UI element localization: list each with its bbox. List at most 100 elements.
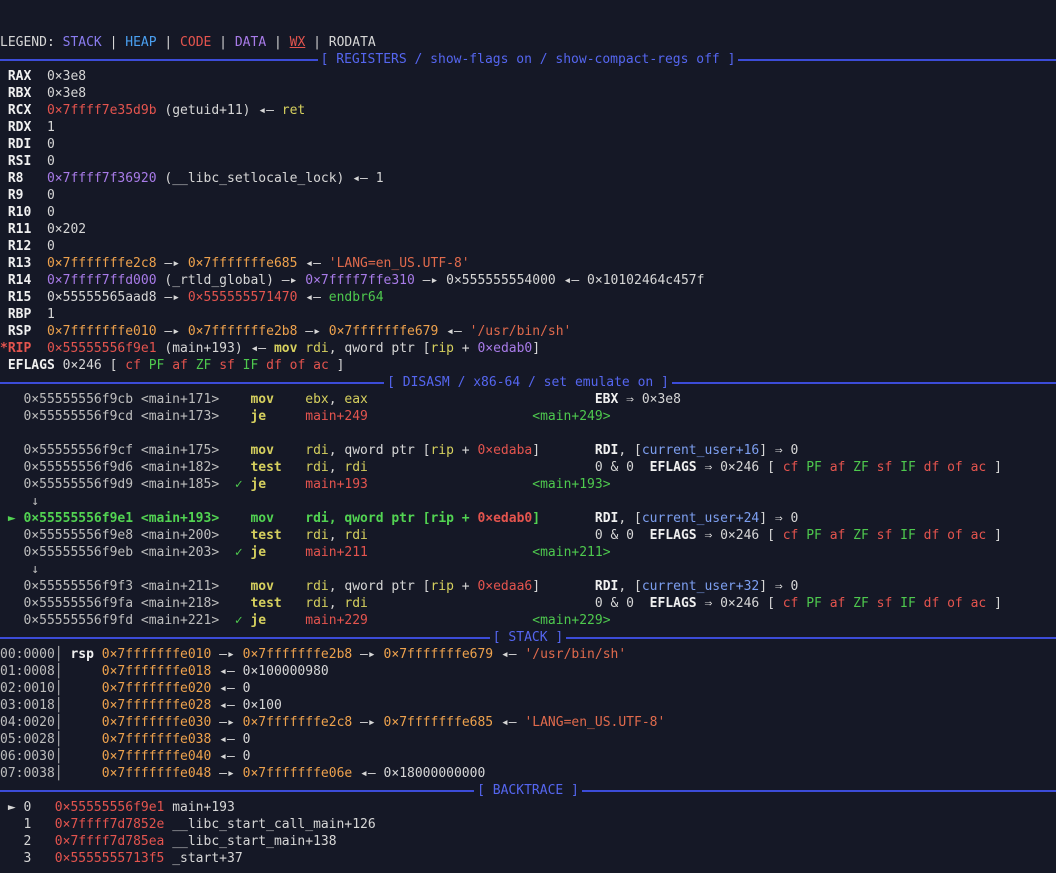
registers-segment: RAX [0, 69, 47, 84]
registers-header-title: [ REGISTERS / show-flags on / show-compa… [318, 51, 739, 68]
disasm-segment: ac [971, 460, 987, 475]
disasm-segment [274, 392, 305, 407]
legend-segment: STACK [63, 35, 102, 50]
stack-segment: ◂— 0×18000000000 [352, 766, 485, 781]
disasm-segment: , [ [618, 579, 641, 594]
disasm-segment [939, 596, 947, 611]
registers-segment: ] [329, 358, 345, 373]
disasm-segment: 0×edaa6 [477, 579, 532, 594]
disasm-segment: df [924, 460, 940, 475]
stack-segment [63, 715, 102, 730]
disasm-segment: 0×55555556f9f3 <main+211> [0, 579, 250, 594]
registers-segment: 0×3e8 [47, 69, 86, 84]
disasm-segment: je [250, 613, 266, 628]
disasm-segment [368, 528, 595, 543]
disasm-segment: sf [877, 528, 893, 543]
stack-segment: 07:0038 [0, 766, 55, 781]
disasm-segment [963, 596, 971, 611]
registers-segment [258, 358, 266, 373]
disasm-segment: PF [806, 460, 822, 475]
disasm-segment: <main+229> [532, 613, 610, 628]
registers-segment: 0 [47, 154, 55, 169]
disasm-segment: , [329, 596, 345, 611]
disasm-segment: 0×55555556f9d9 <main+185> [0, 477, 235, 492]
registers-segment: R10 [0, 205, 47, 220]
registers-segment [282, 358, 290, 373]
disasm-segment: main+211 [305, 545, 368, 560]
disasm-segment: ZF [853, 460, 869, 475]
registers-line-0: RAX 0×3e8 [0, 68, 1056, 85]
legend-segment: DATA [235, 35, 266, 50]
registers-segment: + [454, 341, 477, 356]
stack-segment: │ [55, 681, 63, 696]
stack-segment: —▸ [211, 715, 242, 730]
stack-segment: ◂— 0 [211, 681, 250, 696]
registers-segment: R11 [0, 222, 47, 237]
disasm-segment: rdi [344, 528, 367, 543]
legend-segment: | [102, 35, 125, 50]
registers-segment: 'LANG=en_US.UTF-8' [329, 256, 470, 271]
disasm-segment: sf [877, 596, 893, 611]
disasm-segment: ⇒ 0×246 [ [697, 528, 783, 543]
stack-segment: │ [55, 766, 63, 781]
stack-segment: 0×7fffffffe679 [384, 647, 494, 662]
registers-line-4: RDI 0 [0, 136, 1056, 153]
registers-segment: ◂— [297, 290, 328, 305]
disasm-segment: df [924, 596, 940, 611]
stack-segment: '/usr/bin/sh' [524, 647, 626, 662]
backtrace-segment: main+193 [164, 800, 234, 815]
disasm-segment: af [830, 528, 846, 543]
disasm-segment: rdi [344, 596, 367, 611]
disasm-segment: EFLAGS [650, 596, 697, 611]
registers-segment: 0×7fffffffe685 [188, 256, 298, 271]
disasm-segment [845, 460, 853, 475]
disasm-segment [540, 511, 595, 526]
disasm-segment: ⇒ 0×246 [ [697, 460, 783, 475]
registers-segment: 0×555555571470 [188, 290, 298, 305]
registers-segment: '/usr/bin/sh' [470, 324, 572, 339]
registers-line-14: RBP 1 [0, 306, 1056, 323]
legend-segment: WX [290, 35, 306, 50]
legend-segment: CODE [180, 35, 211, 50]
disasm-segment [266, 409, 305, 424]
stack-segment: 0×7fffffffe038 [102, 732, 212, 747]
disasm-segment: 0×55555556f9fd <main+221> [0, 613, 235, 628]
stack-line-1: 01:0008│ 0×7fffffffe018 ◂— 0×100000980 [0, 663, 1056, 680]
disasm-segment: 0×edaba [477, 443, 532, 458]
disasm-segment: EFLAGS [650, 528, 697, 543]
registers-segment [235, 358, 243, 373]
legend-segment: | [211, 35, 234, 50]
disasm-segment: rdi [305, 460, 328, 475]
stack-line-3: 03:0018│ 0×7fffffffe028 ◂— 0×100 [0, 697, 1056, 714]
stack-segment [63, 681, 102, 696]
stack-segment: —▸ [352, 715, 383, 730]
registers-segment: 0×55555556f9e1 [47, 341, 157, 356]
registers-segment: —▸ [415, 273, 446, 288]
disasm-segment: ⇒ 0×246 [ [697, 596, 783, 611]
registers-segment: mov [274, 341, 297, 356]
stack-segment [63, 664, 102, 679]
disasm-segment: <main+193> [532, 477, 610, 492]
registers-line-6: R8 0×7ffff7f36920 (__libc_setlocale_lock… [0, 170, 1056, 187]
registers-segment: PF [149, 358, 165, 373]
disasm-segment: <main+211> [532, 545, 610, 560]
disasm-segment [540, 443, 595, 458]
disasm-segment: cf [783, 460, 799, 475]
stack-header-rule-right [566, 637, 1056, 639]
disasm-segment: 0 & 0 [595, 460, 650, 475]
registers-segment: R15 [0, 290, 47, 305]
disasm-line-4: 0×55555556f9d6 <main+182> test rdi, rdi … [0, 459, 1056, 476]
backtrace-line-1: 1 0×7ffff7d7852e __libc_start_call_main+… [0, 816, 1056, 833]
disasm-segment: 0×55555556f9cd <main+173> [0, 409, 250, 424]
disasm-segment [368, 596, 595, 611]
disasm-segment: ] ⇒ 0 [759, 579, 798, 594]
disasm-segment: , qword ptr [ [329, 579, 431, 594]
registers-line-12: R14 0×7ffff7ffd000 (_rtld_global) —▸ 0×7… [0, 272, 1056, 289]
registers-segment: (_rtld_global) —▸ [157, 273, 306, 288]
disasm-segment: IF [900, 528, 916, 543]
disasm-segment: mov [250, 579, 273, 594]
registers-segment: endbr64 [329, 290, 384, 305]
registers-segment: —▸ [297, 324, 328, 339]
backtrace-segment: __libc_start_main+138 [164, 834, 336, 849]
disasm-line-7: ► 0×55555556f9e1 <main+193> mov rdi, qwo… [0, 510, 1056, 527]
